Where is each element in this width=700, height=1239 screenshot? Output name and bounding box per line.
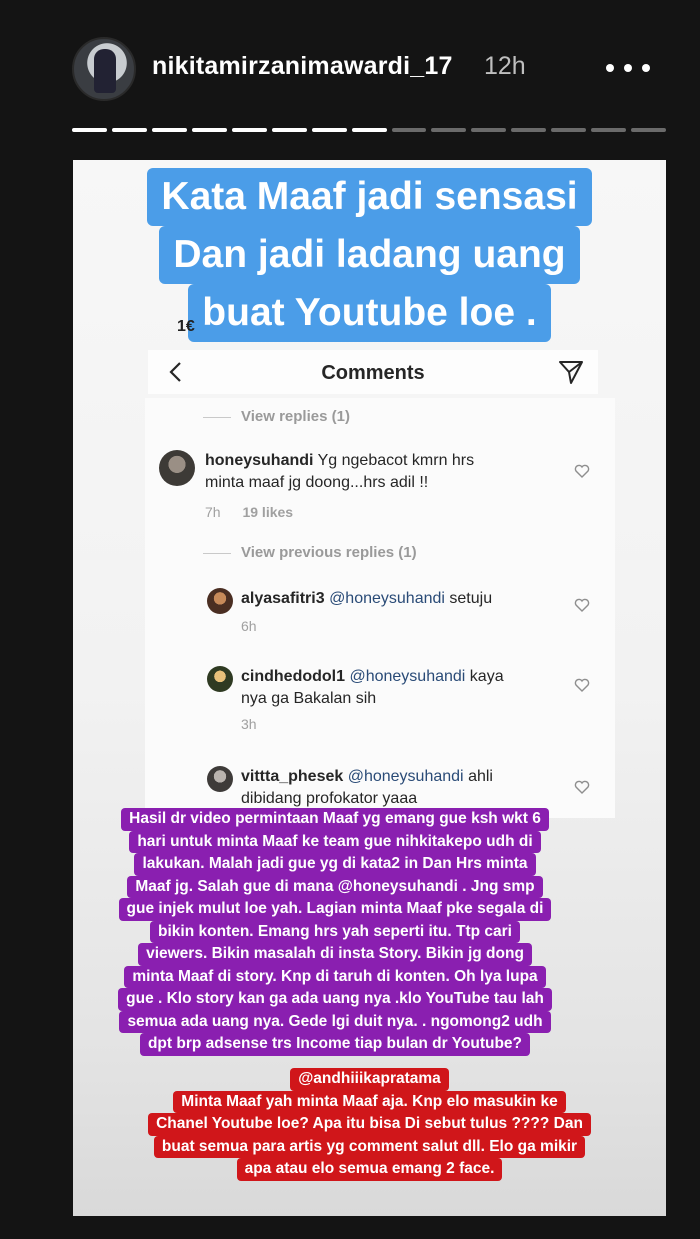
comments-title: Comments <box>321 362 425 384</box>
reply-item: cindhedodol1 @honeysuhandi kaya nya ga B… <box>207 666 607 736</box>
heart-icon[interactable] <box>574 678 590 692</box>
progress-segment <box>511 128 547 132</box>
replier-avatar[interactable] <box>207 766 233 792</box>
progress-segment <box>271 128 307 132</box>
send-icon[interactable] <box>558 359 584 385</box>
reply-mention[interactable]: @honeysuhandi <box>329 590 445 607</box>
progress-segment <box>111 128 147 132</box>
reply-text-cont: dibidang profokator yaaa <box>241 790 418 807</box>
view-replies-link[interactable]: View replies (1) <box>203 408 350 425</box>
reply-mention[interactable]: @honeysuhandi <box>349 668 465 685</box>
progress-segment <box>551 128 587 132</box>
comment-username[interactable]: honeysuhandi <box>205 452 313 469</box>
caption-purple-line: gue injek mulut loe yah. Lagian minta Ma… <box>118 898 552 921</box>
progress-segment <box>431 128 467 132</box>
progress-segment <box>351 128 387 132</box>
more-options-icon[interactable] <box>600 58 656 78</box>
story-progress-bar <box>72 128 667 132</box>
comment-text-cont: minta maaf jg doong...hrs adil !! <box>205 474 429 491</box>
caption-purple-line: hari untuk minta Maaf ke team gue nihkit… <box>129 830 541 853</box>
user-avatar[interactable] <box>72 37 136 101</box>
caption-top-line: Dan jadi ladang uang <box>159 226 580 284</box>
caption-purple-line: lakukan. Malah jadi gue yg di kata2 in D… <box>134 853 536 876</box>
replier-avatar[interactable] <box>207 666 233 692</box>
progress-segment <box>191 128 227 132</box>
caption-top: Kata Maaf jadi sensasi Dan jadi ladang u… <box>73 168 666 342</box>
progress-segment <box>471 128 507 132</box>
caption-top-line: Kata Maaf jadi sensasi <box>147 168 592 226</box>
comments-top-bar: Comments <box>148 350 598 394</box>
reply-username[interactable]: alyasafitri3 <box>241 590 325 607</box>
reply-text: kaya <box>469 668 504 685</box>
progress-segment <box>311 128 347 132</box>
caption-red-line: Chanel Youtube loe? Apa itu bisa Di sebu… <box>148 1113 591 1136</box>
caption-purple-line: Hasil dr video permintaan Maaf yg emang … <box>121 808 549 831</box>
comment-item: honeysuhandi Yg ngebacot kmrn hrs minta … <box>159 450 609 540</box>
caption-red-line: buat semua para artis yg comment salut d… <box>153 1135 586 1158</box>
story-image[interactable]: Kata Maaf jadi sensasi Dan jadi ladang u… <box>73 160 666 1216</box>
comment-time: 7h <box>205 504 221 520</box>
comment-likes[interactable]: 19 likes <box>242 504 293 520</box>
caption-red-line: @andhiiikapratama <box>290 1068 449 1091</box>
reply-text: setuju <box>449 590 493 607</box>
heart-icon[interactable] <box>574 598 590 612</box>
progress-segment <box>391 128 427 132</box>
reply-text: ahli <box>468 768 493 785</box>
commenter-avatar[interactable] <box>159 450 195 486</box>
caption-purple-line: semua ada uang nya. Gede lgi duit nya. .… <box>119 1010 551 1033</box>
progress-segment <box>72 128 107 132</box>
progress-segment <box>631 128 667 132</box>
story-username[interactable]: nikitamirzanimawardi_17 <box>152 52 453 81</box>
reply-time: 6h <box>241 618 257 634</box>
caption-top-line: buat Youtube loe . <box>188 284 551 342</box>
comment-text: Yg ngebacot kmrn hrs <box>317 452 475 469</box>
heart-icon[interactable] <box>574 464 590 478</box>
view-previous-replies-link[interactable]: View previous replies (1) <box>203 544 417 561</box>
caption-purple-line: dpt brp adsense trs Income tiap bulan dr… <box>139 1033 531 1056</box>
comment-meta: 7h 19 likes <box>205 504 293 520</box>
reply-time: 3h <box>241 716 257 732</box>
story-time: 12h <box>484 52 526 80</box>
caption-purple: Hasil dr video permintaan Maaf yg emang … <box>85 808 585 1056</box>
progress-segment <box>231 128 267 132</box>
reply-username[interactable]: cindhedodol1 <box>241 668 345 685</box>
reply-text-cont: nya ga Bakalan sih <box>241 690 377 707</box>
comments-list: View replies (1) honeysuhandi Yg ngebaco… <box>145 398 615 818</box>
reply-item: alyasafitri3 @honeysuhandi setuju 6h <box>207 588 607 648</box>
caption-red: @andhiiikapratama Minta Maaf yah minta Ma… <box>73 1068 666 1181</box>
timestamp-fragment: 1€ <box>177 318 195 335</box>
caption-red-line: apa atau elo semua emang 2 face. <box>236 1158 503 1181</box>
reply-mention[interactable]: @honeysuhandi <box>348 768 464 785</box>
caption-purple-line: bikin konten. Emang hrs yah seperti itu.… <box>150 920 520 943</box>
caption-purple-line: minta Maaf di story. Knp di taruh di kon… <box>124 965 546 988</box>
caption-purple-line: viewers. Bikin masalah di insta Story. B… <box>138 943 532 966</box>
caption-red-line: Minta Maaf yah minta Maaf aja. Knp elo m… <box>173 1090 566 1113</box>
progress-segment <box>591 128 627 132</box>
replier-avatar[interactable] <box>207 588 233 614</box>
reply-username[interactable]: vittta_phesek <box>241 768 343 785</box>
caption-purple-line: gue . Klo story kan ga ada uang nya .klo… <box>118 988 552 1011</box>
heart-icon[interactable] <box>574 780 590 794</box>
progress-segment <box>151 128 187 132</box>
story-header: nikitamirzanimawardi_17 12h <box>0 0 700 130</box>
caption-purple-line: Maaf jg. Salah gue di mana @honeysuhandi… <box>127 875 543 898</box>
